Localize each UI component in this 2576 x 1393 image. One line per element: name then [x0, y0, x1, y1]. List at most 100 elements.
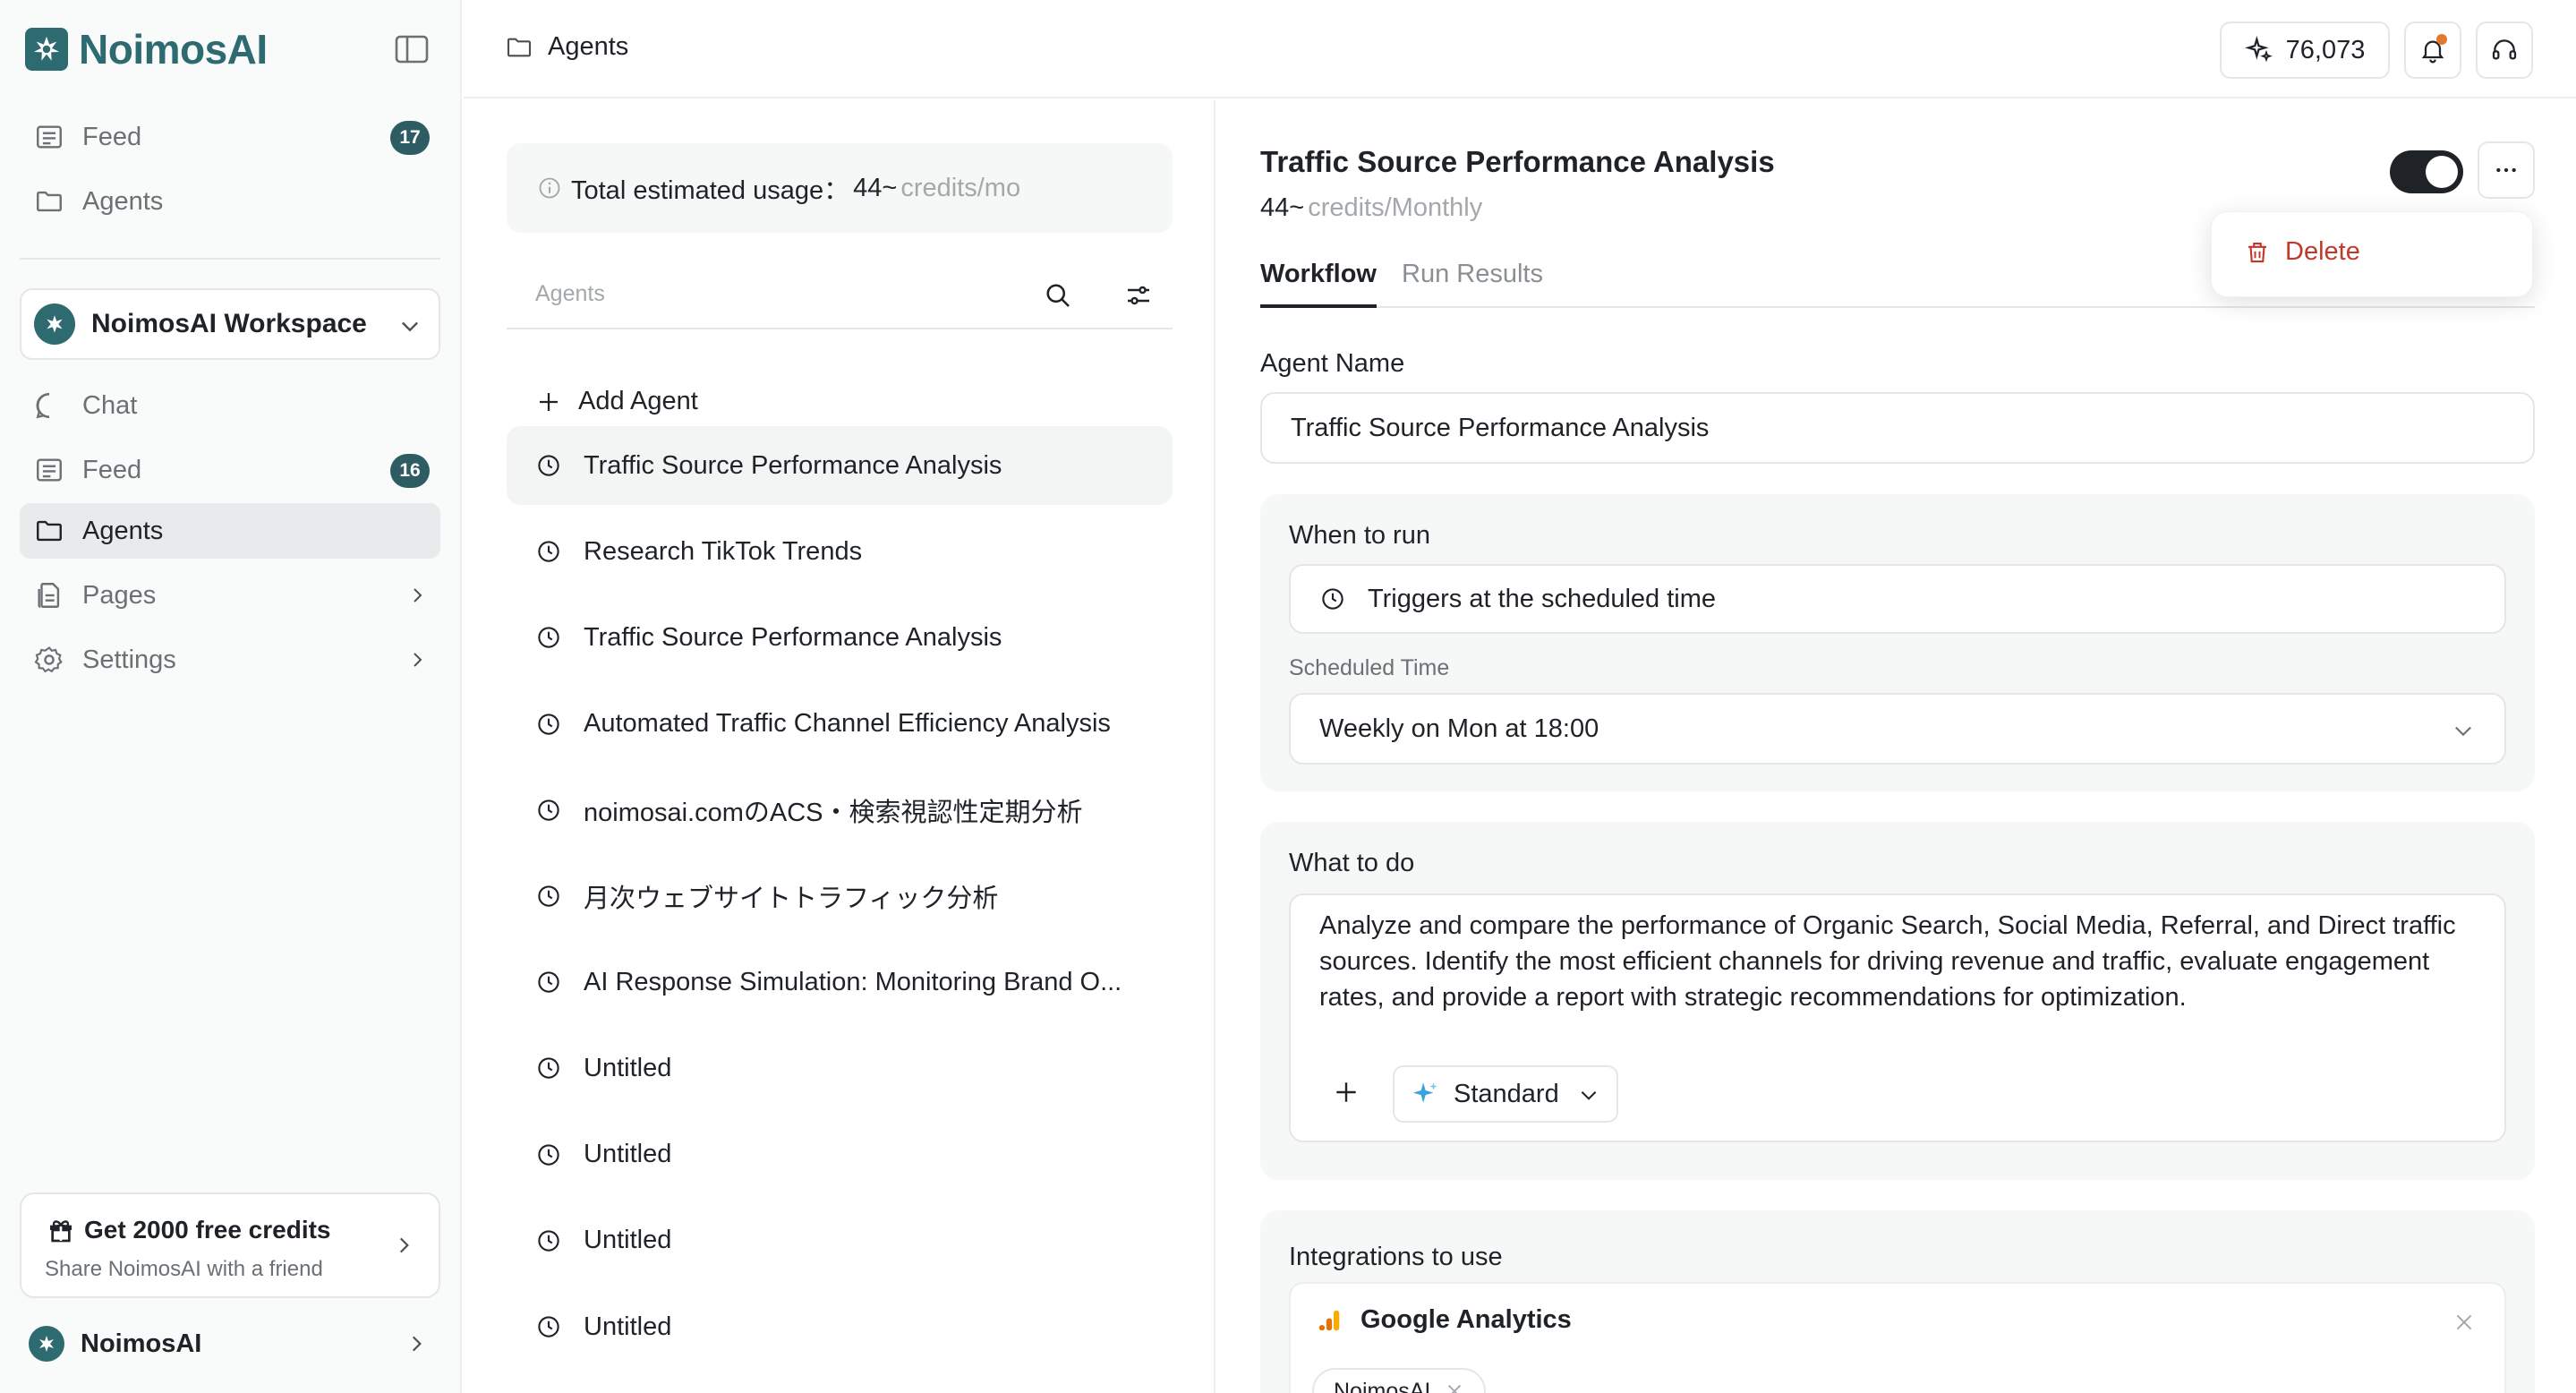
sparkle-icon	[1411, 1079, 1441, 1109]
agent-list-item-label: Research TikTok Trends	[584, 536, 863, 566]
chevron-right-icon	[392, 1234, 415, 1257]
trigger-value: Triggers at the scheduled time	[1368, 584, 1717, 613]
support-button[interactable]	[2476, 21, 2533, 79]
list-header: Agents	[507, 261, 1173, 329]
tab-workflow[interactable]: Workflow	[1260, 260, 1377, 308]
close-icon[interactable]	[1445, 1381, 1464, 1393]
agent-list-item-label: Untitled	[584, 1053, 672, 1082]
chevron-down-icon	[397, 313, 422, 338]
filter-icon[interactable]	[1122, 279, 1155, 312]
credits-value: 76,073	[2285, 35, 2366, 64]
scheduled-time-label: Scheduled Time	[1289, 655, 1450, 680]
list-header-label: Agents	[535, 281, 605, 306]
clock-icon	[1319, 585, 1346, 612]
gear-icon	[34, 645, 64, 675]
scheduled-time-select[interactable]: Weekly on Mon at 18:00	[1289, 693, 2506, 765]
agent-list-item[interactable]: noimosai.comのACS・検索視認性定期分析	[507, 771, 1173, 850]
clock-icon	[535, 883, 562, 910]
agent-credits: 44~ credits/Monthly	[1260, 193, 1482, 223]
clock-icon	[535, 624, 562, 651]
add-agent-label: Add Agent	[578, 387, 698, 415]
avatar	[29, 1326, 64, 1362]
info-icon	[537, 175, 562, 201]
sidebar-item-chat[interactable]: Chat	[20, 378, 440, 433]
integration-item: Google Analytics NoimosAI	[1289, 1282, 2506, 1393]
delete-menu-item[interactable]: Delete	[2244, 237, 2360, 267]
usage-summary: Total estimated usage： 44~ credits/mo	[507, 143, 1173, 233]
breadcrumb: Agents	[505, 32, 628, 62]
plus-icon	[535, 389, 562, 415]
agent-list-item[interactable]: Untitled	[507, 1201, 1173, 1280]
tab-run-results[interactable]: Run Results	[1402, 260, 1554, 308]
sidebar: NoimosAI Feed 17 Agents NoimosAI Workspa…	[0, 0, 462, 1393]
agent-list-item[interactable]: Untitled	[507, 1287, 1173, 1366]
sidebar-item-agents-top[interactable]: Agents	[20, 174, 440, 229]
workspace-selector[interactable]: NoimosAI Workspace	[20, 288, 440, 360]
feed-count-badge: 17	[390, 121, 430, 155]
sidebar-item-feed[interactable]: Feed 16	[20, 442, 440, 498]
agent-enabled-toggle[interactable]	[2390, 150, 2463, 193]
model-label: Standard	[1454, 1079, 1559, 1108]
sidebar-item-label: Agents	[82, 186, 164, 216]
agent-list-item[interactable]: 月次ウェブサイトトラフィック分析	[507, 857, 1173, 936]
search-icon[interactable]	[1042, 279, 1074, 312]
usage-unit: credits/mo	[900, 173, 1021, 202]
sidebar-item-agents[interactable]: Agents	[20, 503, 440, 559]
brand-name: NoimosAI	[79, 26, 268, 73]
folder-icon	[505, 33, 533, 62]
integrations-label: Integrations to use	[1289, 1243, 1503, 1271]
user-menu[interactable]: NoimosAI	[29, 1321, 440, 1366]
clock-icon	[535, 538, 562, 565]
trigger-select[interactable]: Triggers at the scheduled time	[1289, 564, 2506, 634]
task-description-text: Analyze and compare the performance of O…	[1319, 911, 2456, 1012]
agent-name-field[interactable]: Traffic Source Performance Analysis	[1260, 392, 2535, 464]
task-card: What to do Analyze and compare the perfo…	[1260, 822, 2535, 1180]
promo-title: Get 2000 free credits	[47, 1216, 331, 1244]
workspace-avatar	[34, 303, 75, 345]
more-options-button[interactable]	[2478, 141, 2535, 199]
integration-account-chip[interactable]: NoimosAI	[1312, 1368, 1487, 1393]
agent-list-item-label: Untitled	[584, 1226, 672, 1255]
clock-icon	[535, 1055, 562, 1081]
plus-icon[interactable]	[1332, 1078, 1361, 1107]
chat-icon	[34, 390, 64, 421]
folder-icon	[34, 516, 64, 546]
agent-list-item[interactable]: Traffic Source Performance Analysis	[507, 598, 1173, 677]
clock-icon	[535, 1313, 562, 1340]
toggle-knob	[2426, 156, 2458, 188]
sidebar-toggle-icon[interactable]	[394, 34, 430, 64]
workspace-name: NoimosAI Workspace	[91, 309, 367, 338]
sidebar-divider	[20, 258, 440, 260]
top-bar: Agents 76,073	[464, 0, 2576, 98]
credits-balance-button[interactable]: 76,073	[2220, 21, 2390, 79]
notifications-button[interactable]	[2404, 21, 2461, 79]
what-to-do-label: What to do	[1289, 849, 1415, 877]
model-select[interactable]: Standard	[1393, 1065, 1618, 1123]
promo-title-text: Get 2000 free credits	[84, 1216, 331, 1243]
sidebar-item-pages[interactable]: Pages	[20, 568, 440, 623]
agent-list-item-label: noimosai.comのACS・検索視認性定期分析	[584, 798, 1083, 827]
when-to-run-label: When to run	[1289, 521, 1430, 550]
user-name: NoimosAI	[81, 1329, 202, 1358]
delete-label: Delete	[2285, 237, 2360, 266]
chip-label: NoimosAI	[1334, 1378, 1431, 1393]
sidebar-item-feed-top[interactable]: Feed 17	[20, 109, 440, 165]
integration-name: Google Analytics	[1316, 1305, 1572, 1335]
close-icon[interactable]	[2452, 1311, 2476, 1334]
clock-icon	[535, 969, 562, 996]
agent-list-item[interactable]: Traffic Source Performance Analysis	[507, 426, 1173, 505]
agent-credits-value: 44~	[1260, 193, 1305, 222]
add-agent-button[interactable]: Add Agent	[535, 387, 698, 416]
task-description-field[interactable]: Analyze and compare the performance of O…	[1289, 893, 2506, 1142]
agent-list-item[interactable]: Automated Traffic Channel Efficiency Ana…	[507, 685, 1173, 764]
headset-icon	[2490, 36, 2519, 64]
sidebar-item-label: Chat	[82, 390, 138, 420]
agent-list-item[interactable]: Untitled	[507, 1115, 1173, 1194]
agent-list-item[interactable]: Research TikTok Trends	[507, 512, 1173, 591]
referral-promo-card[interactable]: Get 2000 free credits Share NoimosAI wit…	[20, 1192, 440, 1298]
agent-list-item[interactable]: AI Response Simulation: Monitoring Brand…	[507, 943, 1173, 1021]
chevron-right-icon	[406, 649, 428, 671]
sidebar-item-settings[interactable]: Settings	[20, 632, 440, 688]
agent-list-item[interactable]: Untitled	[507, 1029, 1173, 1107]
brand-logo[interactable]: NoimosAI	[25, 25, 268, 73]
